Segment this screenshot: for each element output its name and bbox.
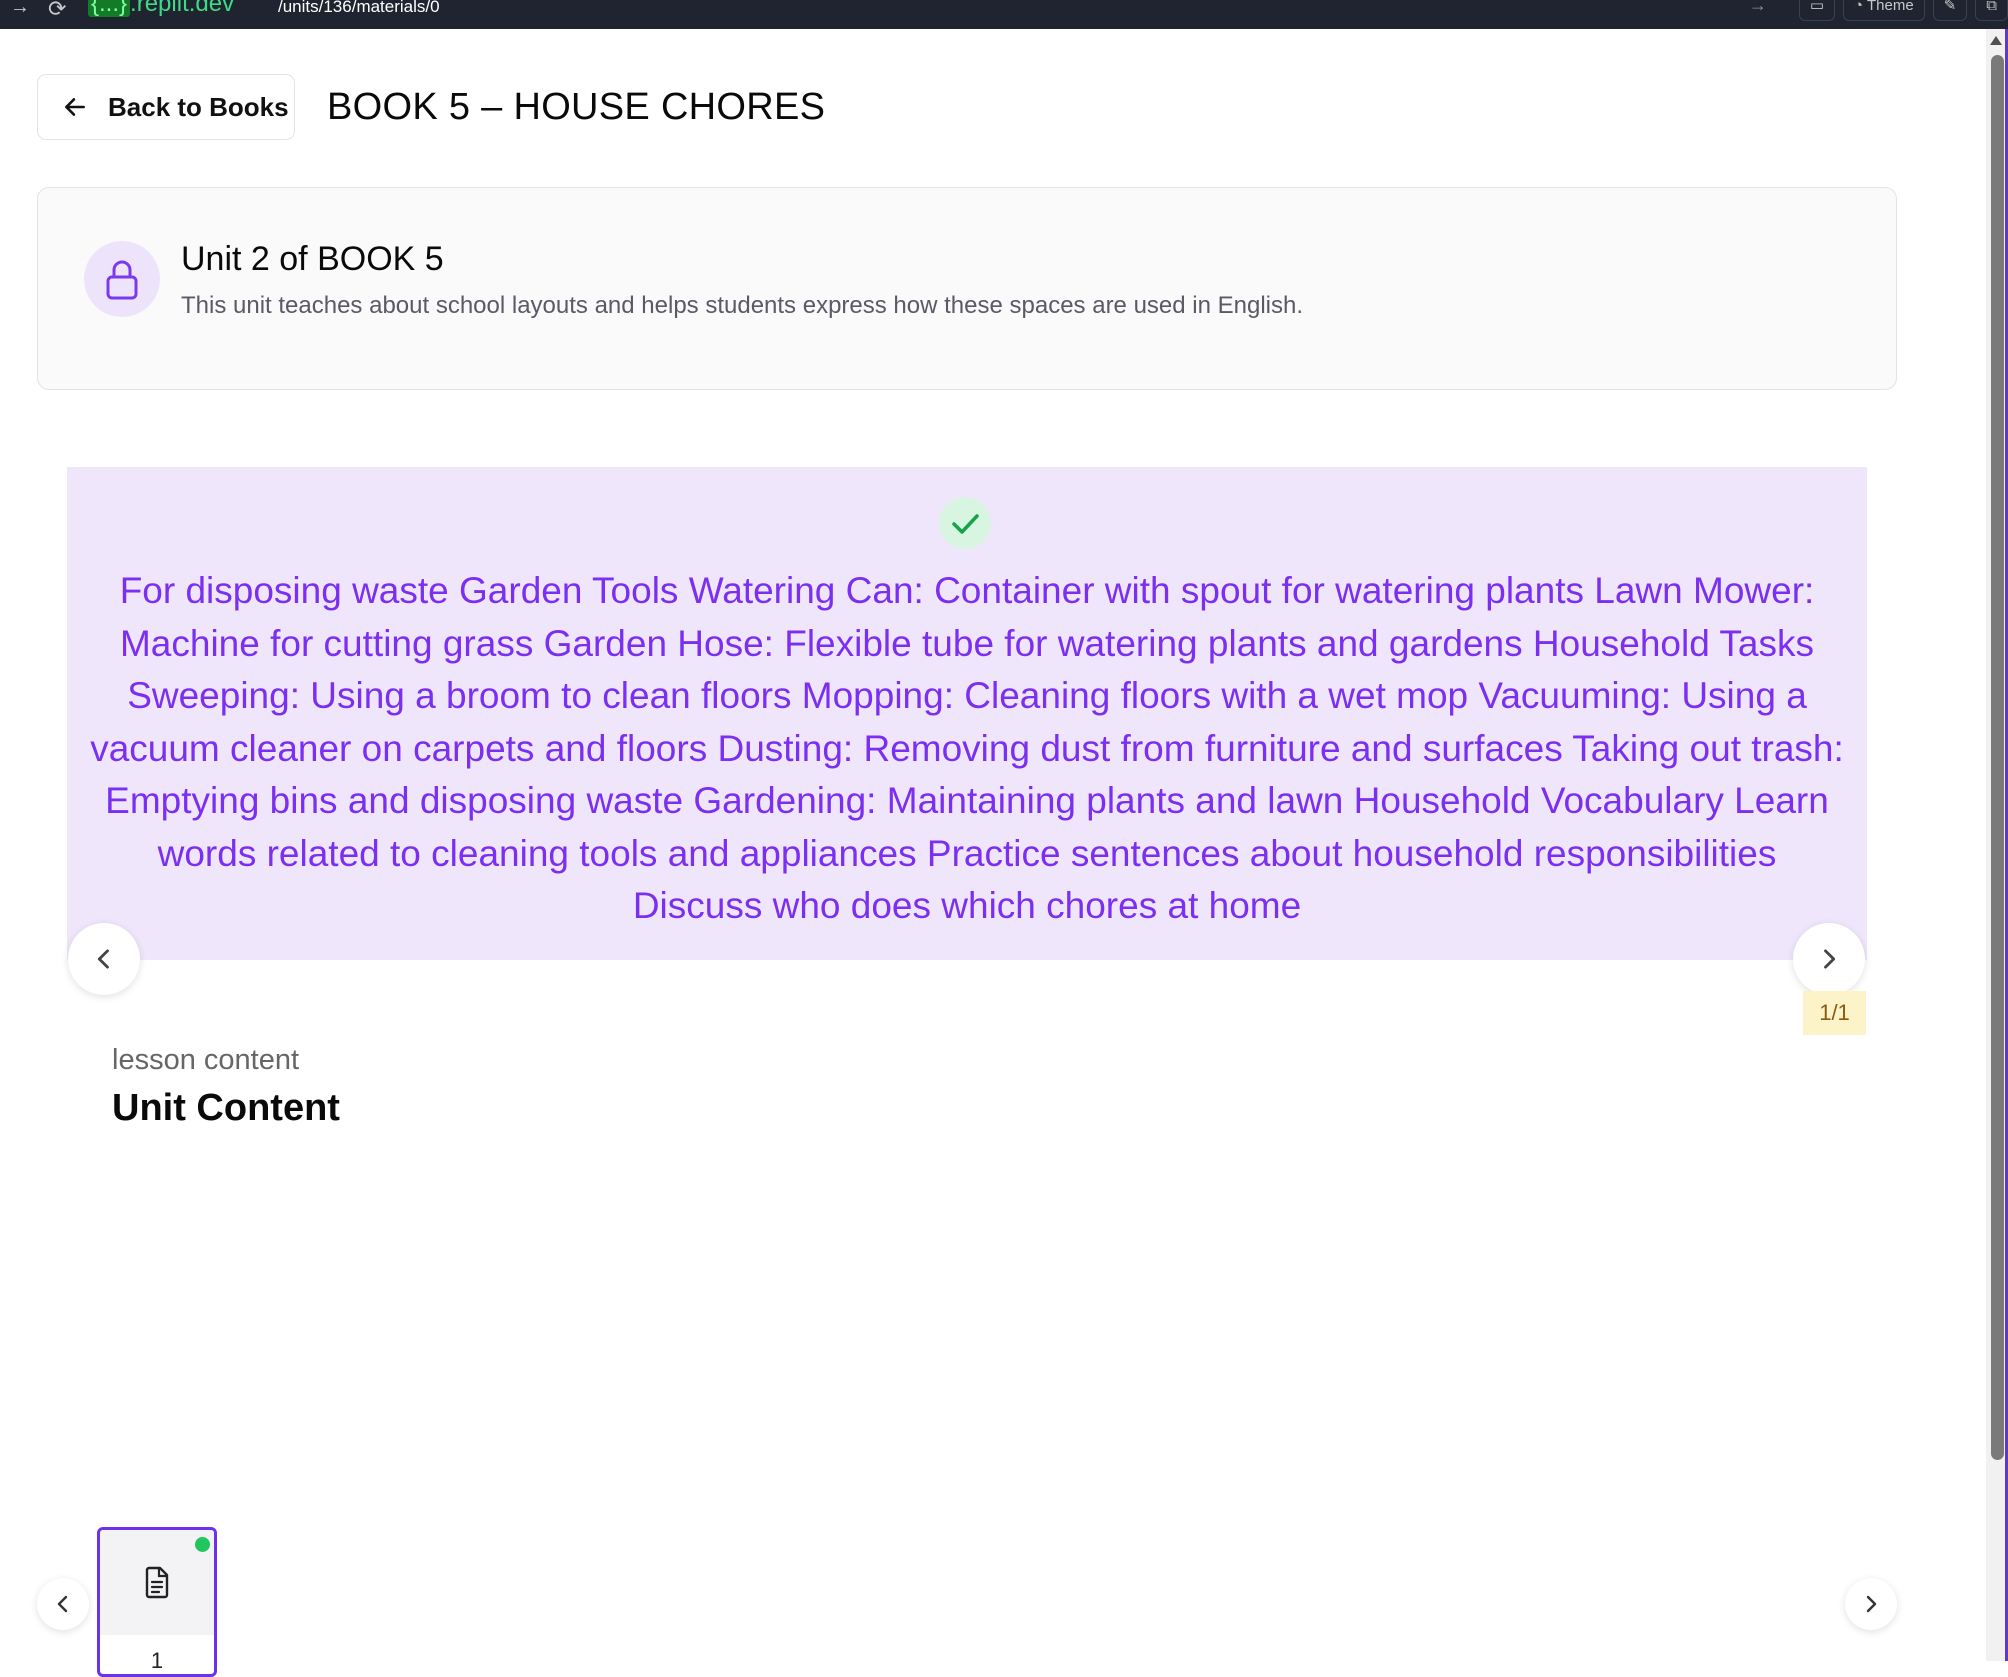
url-path[interactable]: /units/136/materials/0 [278, 0, 440, 17]
devices-icon[interactable]: ▭ [1798, 0, 1836, 21]
unit-info-card: Unit 2 of BOOK 5 This unit teaches about… [37, 187, 1897, 390]
unit-description: This unit teaches about school layouts a… [181, 292, 1304, 319]
scrollbar-thumb[interactable] [1991, 55, 2004, 1460]
browser-toolbar: → ⟳ {...} .replit.dev /units/136/material… [0, 0, 2008, 29]
unit-content-heading: Unit Content [112, 1087, 340, 1129]
chevron-right-icon [1824, 949, 1836, 969]
go-arrow-icon[interactable]: → [1749, 0, 1767, 14]
slide-next-button[interactable] [1793, 923, 1865, 995]
chevron-right-icon [1866, 1595, 1877, 1613]
page-title: BOOK 5 – HOUSE CHORES [327, 86, 826, 128]
chevron-left-icon [97, 949, 109, 969]
slide-text: For disposing waste Garden Tools Waterin… [90, 570, 1844, 926]
browser-tools: → ▭ ◔ Theme ✎ ⧉ [1749, 0, 2008, 29]
arrow-left-icon [65, 98, 85, 116]
thumbnails-prev-button[interactable] [37, 1578, 89, 1630]
forward-arrow-icon[interactable]: → [10, 0, 30, 17]
check-icon [939, 497, 991, 549]
theme-button[interactable]: ◔ Theme [1843, 0, 1925, 21]
lesson-content-label: lesson content [112, 1044, 300, 1076]
lock-icon [84, 241, 160, 317]
status-dot [195, 1537, 210, 1552]
back-to-books-button[interactable]: Back to Books [37, 74, 295, 140]
slide-counter: 1/1 [1803, 991, 1866, 1035]
back-button-label: Back to Books [108, 91, 289, 122]
url-domain[interactable]: {...} .replit.dev [88, 0, 234, 18]
unit-title: Unit 2 of BOOK 5 [181, 240, 444, 278]
scroll-up-icon[interactable] [1990, 36, 2002, 45]
external-link-icon[interactable]: ⧉ [1975, 0, 2008, 21]
material-slide: For disposing waste Garden Tools Waterin… [67, 467, 1867, 960]
wrench-icon[interactable]: ✎ [1932, 0, 1968, 21]
reload-icon[interactable]: ⟳ [48, 0, 66, 22]
thumbnails-next-button[interactable] [1845, 1578, 1897, 1630]
thumbnail-number: 1 [150, 1648, 164, 1673]
thumbnail-item[interactable]: 1 [97, 1527, 217, 1677]
chevron-left-icon [57, 1595, 68, 1613]
slide-prev-button[interactable] [68, 923, 140, 995]
